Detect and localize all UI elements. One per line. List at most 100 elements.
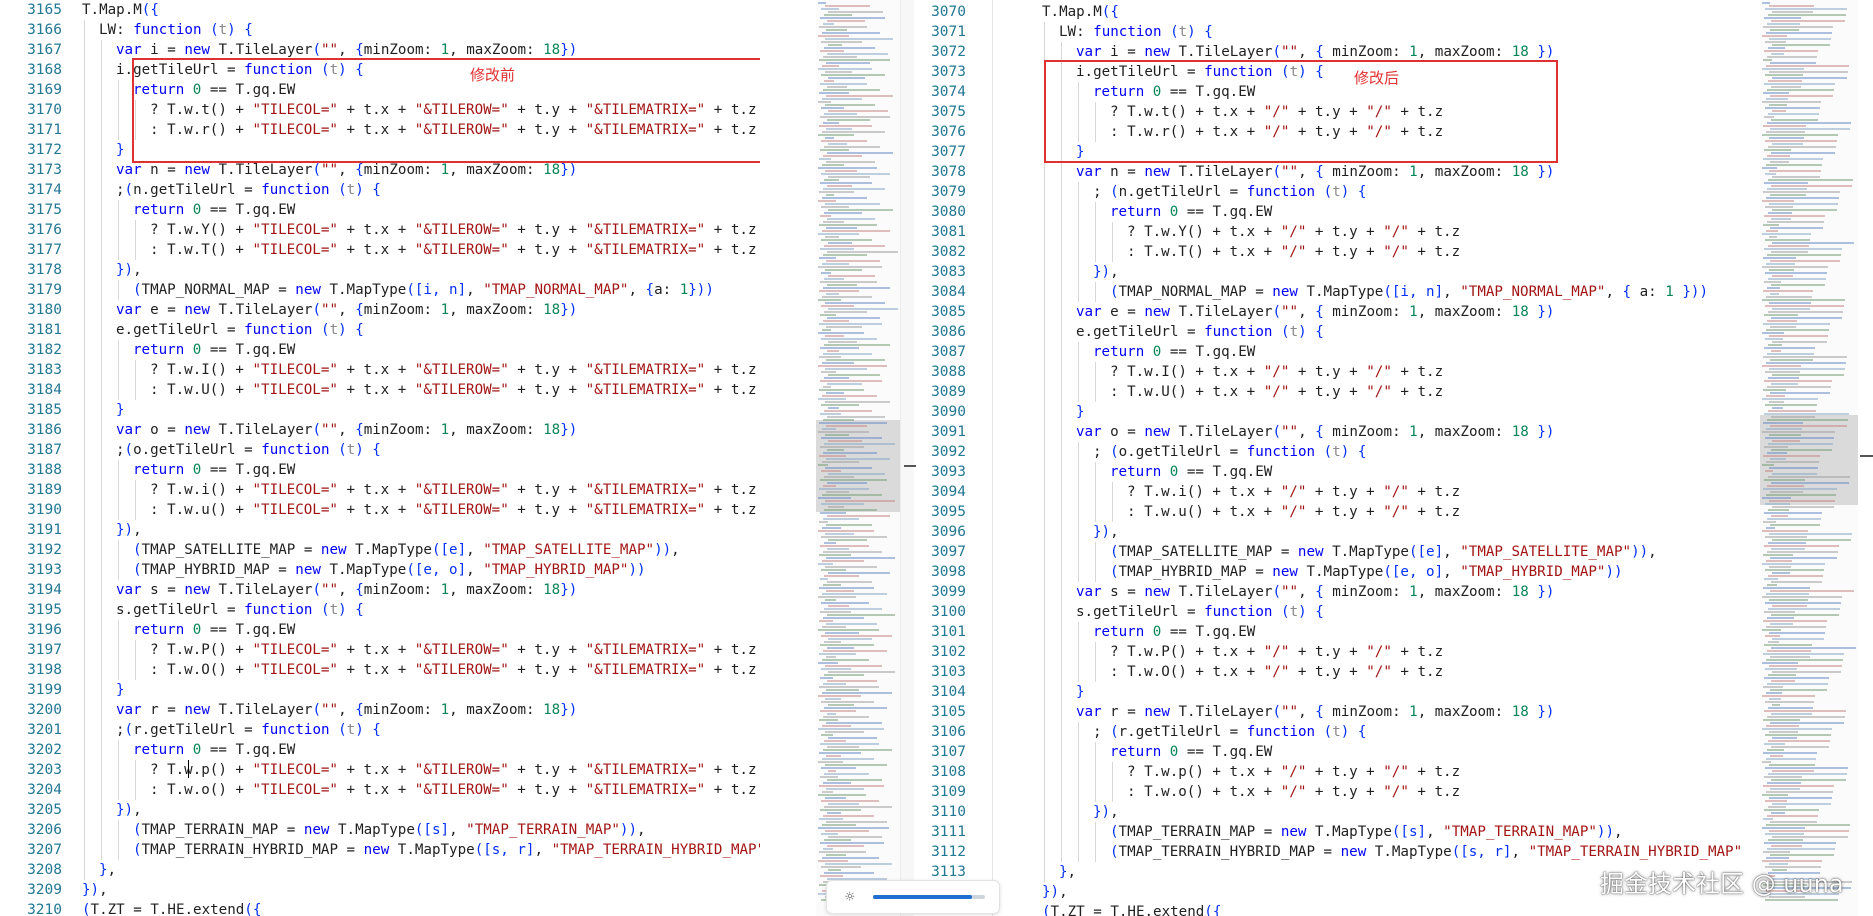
code-line[interactable]: (TMAP_NORMAL_MAP = new T.MapType([i, n],… [133, 280, 714, 300]
code-line[interactable]: }), [82, 880, 108, 900]
code-line[interactable]: }), [116, 520, 142, 540]
code-line[interactable]: } [116, 400, 125, 420]
code-line[interactable]: : T.w.U() + t.x + "/" + t.y + "/" + t.z [1110, 382, 1443, 402]
code-line[interactable]: ? T.w.Y() + t.x + "/" + t.y + "/" + t.z [1127, 222, 1460, 242]
code-line[interactable]: s.getTileUrl = function (t) { [1076, 602, 1324, 622]
code-line[interactable]: : T.w.u() + "TILECOL=" + t.x + "&TILEROW… [150, 500, 756, 520]
code-line[interactable]: var s = new T.TileLayer("", { minZoom: 1… [1076, 582, 1554, 602]
code-line[interactable]: ? T.w.i() + t.x + "/" + t.y + "/" + t.z [1127, 482, 1460, 502]
code-line[interactable]: var n = new T.TileLayer("", { minZoom: 1… [1076, 162, 1554, 182]
right-minimap[interactable] [1760, 0, 1858, 916]
sun-icon[interactable]: ☼ [845, 889, 855, 905]
code-line[interactable]: }), [116, 260, 142, 280]
right-editor-pane[interactable]: 3070 3071 3072 3073 3074 3075 3076 3077 3078 3079… [920, 0, 1760, 916]
code-line[interactable]: var o = new T.TileLayer("", { minZoom: 1… [1076, 422, 1554, 442]
code-line[interactable]: (TMAP_SATELLITE_MAP = new T.MapType([e],… [1110, 542, 1657, 562]
code-line[interactable]: var n = new T.TileLayer("", {minZoom: 1,… [116, 160, 577, 180]
code-line[interactable]: var i = new T.TileLayer("", {minZoom: 1,… [116, 40, 577, 60]
code-line[interactable]: : T.w.O() + t.x + "/" + t.y + "/" + t.z [1110, 662, 1443, 682]
code-token: s.getTileUrl = [1076, 604, 1205, 620]
code-line[interactable]: e.getTileUrl = function (t) { [1076, 322, 1324, 342]
code-line[interactable]: return 0 == T.gq.EW [133, 740, 295, 760]
left-vertical-scrollbar[interactable] [900, 0, 914, 916]
code-line[interactable]: (T.ZT = T.HE.extend({ [82, 900, 261, 916]
code-token: ? T.w.p() + t.x + [1127, 764, 1281, 780]
code-line[interactable]: : T.w.O() + "TILECOL=" + t.x + "&TILEROW… [150, 660, 756, 680]
code-line[interactable]: var s = new T.TileLayer("", {minZoom: 1,… [116, 580, 577, 600]
code-token: "" [321, 422, 339, 438]
code-line[interactable]: return 0 == T.gq.EW [1110, 202, 1272, 222]
code-line[interactable]: : T.w.U() + "TILECOL=" + t.x + "&TILEROW… [150, 380, 756, 400]
code-line[interactable]: (TMAP_TERRAIN_MAP = new T.MapType([s], "… [1110, 822, 1623, 842]
code-line[interactable]: ? T.w.I() + "TILECOL=" + t.x + "&TILEROW… [150, 360, 756, 380]
code-line[interactable]: : T.w.o() + t.x + "/" + t.y + "/" + t.z [1127, 782, 1460, 802]
code-line[interactable]: ? T.w.Y() + "TILECOL=" + t.x + "&TILEROW… [150, 220, 756, 240]
code-line[interactable]: e.getTileUrl = function (t) { [116, 320, 364, 340]
code-line[interactable]: (T.ZT = T.HE.extend({ [1042, 902, 1221, 916]
code-line[interactable]: ? T.w.i() + "TILECOL=" + t.x + "&TILEROW… [150, 480, 756, 500]
code-line[interactable]: var e = new T.TileLayer("", {minZoom: 1,… [116, 300, 577, 320]
code-line[interactable]: return 0 == T.gq.EW [1110, 742, 1272, 762]
brightness-slider[interactable] [873, 895, 985, 899]
minimap-line [820, 677, 833, 679]
code-line[interactable]: ? T.w.P() + "TILECOL=" + t.x + "&TILEROW… [150, 640, 756, 660]
code-line[interactable]: ? T.w.I() + t.x + "/" + t.y + "/" + t.z [1110, 362, 1443, 382]
code-line[interactable]: } [1076, 682, 1085, 702]
minimap-line [820, 842, 884, 844]
code-line[interactable]: return 0 == T.gq.EW [133, 620, 295, 640]
code-line[interactable]: : T.w.o() + "TILECOL=" + t.x + "&TILEROW… [150, 780, 756, 800]
code-line[interactable]: var r = new T.TileLayer("", {minZoom: 1,… [116, 700, 577, 720]
code-line[interactable]: : T.w.u() + t.x + "/" + t.y + "/" + t.z [1127, 502, 1460, 522]
code-line[interactable]: (TMAP_SATELLITE_MAP = new T.MapType([e],… [133, 540, 680, 560]
code-line[interactable]: return 0 == T.gq.EW [133, 460, 295, 480]
left-minimap[interactable] [816, 0, 900, 916]
code-line[interactable]: : T.w.T() + t.x + "/" + t.y + "/" + t.z [1127, 242, 1460, 262]
code-line[interactable]: }), [1093, 522, 1119, 542]
code-line[interactable]: }, [1059, 862, 1076, 882]
code-line[interactable]: return 0 == T.gq.EW [133, 200, 295, 220]
code-line[interactable]: (TMAP_NORMAL_MAP = new T.MapType([i, n],… [1110, 282, 1708, 302]
brightness-toolbar[interactable]: ☼ [826, 880, 1000, 914]
code-line[interactable]: ;(n.getTileUrl = function (t) { [116, 180, 381, 200]
code-line[interactable]: (TMAP_TERRAIN_MAP = new T.MapType([s], "… [133, 820, 646, 840]
code-line[interactable]: ; (o.getTileUrl = function (t) { [1093, 442, 1366, 462]
code-line[interactable]: }), [1093, 802, 1119, 822]
code-line[interactable]: } [116, 140, 125, 160]
code-line[interactable]: ;(o.getTileUrl = function (t) { [116, 440, 381, 460]
minimap-line [1762, 596, 1842, 598]
code-line[interactable]: return 0 == T.gq.EW [1110, 462, 1272, 482]
code-line[interactable]: ;(r.getTileUrl = function (t) { [116, 720, 381, 740]
code-line[interactable]: var i = new T.TileLayer("", { minZoom: 1… [1076, 42, 1554, 62]
code-line[interactable]: var e = new T.TileLayer("", { minZoom: 1… [1076, 302, 1554, 322]
code-line[interactable]: LW: function (t) { [99, 20, 253, 40]
code-line[interactable]: T.Map.M({ [82, 0, 159, 20]
code-line[interactable]: } [116, 680, 125, 700]
code-line[interactable]: ; (r.getTileUrl = function (t) { [1093, 722, 1366, 742]
minimap-line [1766, 791, 1833, 793]
code-line[interactable]: LW: function (t) { [1059, 22, 1213, 42]
code-line[interactable]: ? T.w.P() + t.x + "/" + t.y + "/" + t.z [1110, 642, 1443, 662]
left-editor-pane[interactable]: 3165 3166 3167 3168 3169 3170 3171 3172 3173 3174… [0, 0, 760, 916]
code-line[interactable]: }), [116, 800, 142, 820]
code-line[interactable]: ? T.w.p() + t.x + "/" + t.y + "/" + t.z [1127, 762, 1460, 782]
code-line[interactable]: T.Map.M({ [1042, 2, 1119, 22]
code-line[interactable]: return 0 == T.gq.EW [1093, 622, 1255, 642]
code-line[interactable]: var r = new T.TileLayer("", { minZoom: 1… [1076, 702, 1554, 722]
code-line[interactable]: : T.w.T() + "TILECOL=" + t.x + "&TILEROW… [150, 240, 756, 260]
code-line[interactable]: }), [1093, 262, 1119, 282]
minimap-line [822, 329, 831, 331]
code-line[interactable]: ? T.w.p() + "TILECOL=" + t.x + "&TILEROW… [150, 760, 756, 780]
code-line[interactable]: (TMAP_HYBRID_MAP = new T.MapType([e, o],… [133, 560, 646, 580]
code-line[interactable]: s.getTileUrl = function (t) { [116, 600, 364, 620]
code-line[interactable]: return 0 == T.gq.EW [133, 340, 295, 360]
code-line[interactable]: ; (n.getTileUrl = function (t) { [1093, 182, 1366, 202]
code-line[interactable]: (TMAP_TERRAIN_HYBRID_MAP = new T.MapType… [133, 840, 760, 860]
code-line[interactable]: return 0 == T.gq.EW [1093, 342, 1255, 362]
code-line[interactable]: (TMAP_TERRAIN_HYBRID_MAP = new T.MapType… [1110, 842, 1742, 862]
code-line[interactable]: var o = new T.TileLayer("", {minZoom: 1,… [116, 420, 577, 440]
minimap-line [1771, 680, 1795, 682]
code-line[interactable]: (TMAP_HYBRID_MAP = new T.MapType([e, o],… [1110, 562, 1623, 582]
code-line[interactable]: }), [1042, 882, 1068, 902]
code-line[interactable]: } [1076, 402, 1085, 422]
code-line[interactable]: }, [99, 860, 116, 880]
